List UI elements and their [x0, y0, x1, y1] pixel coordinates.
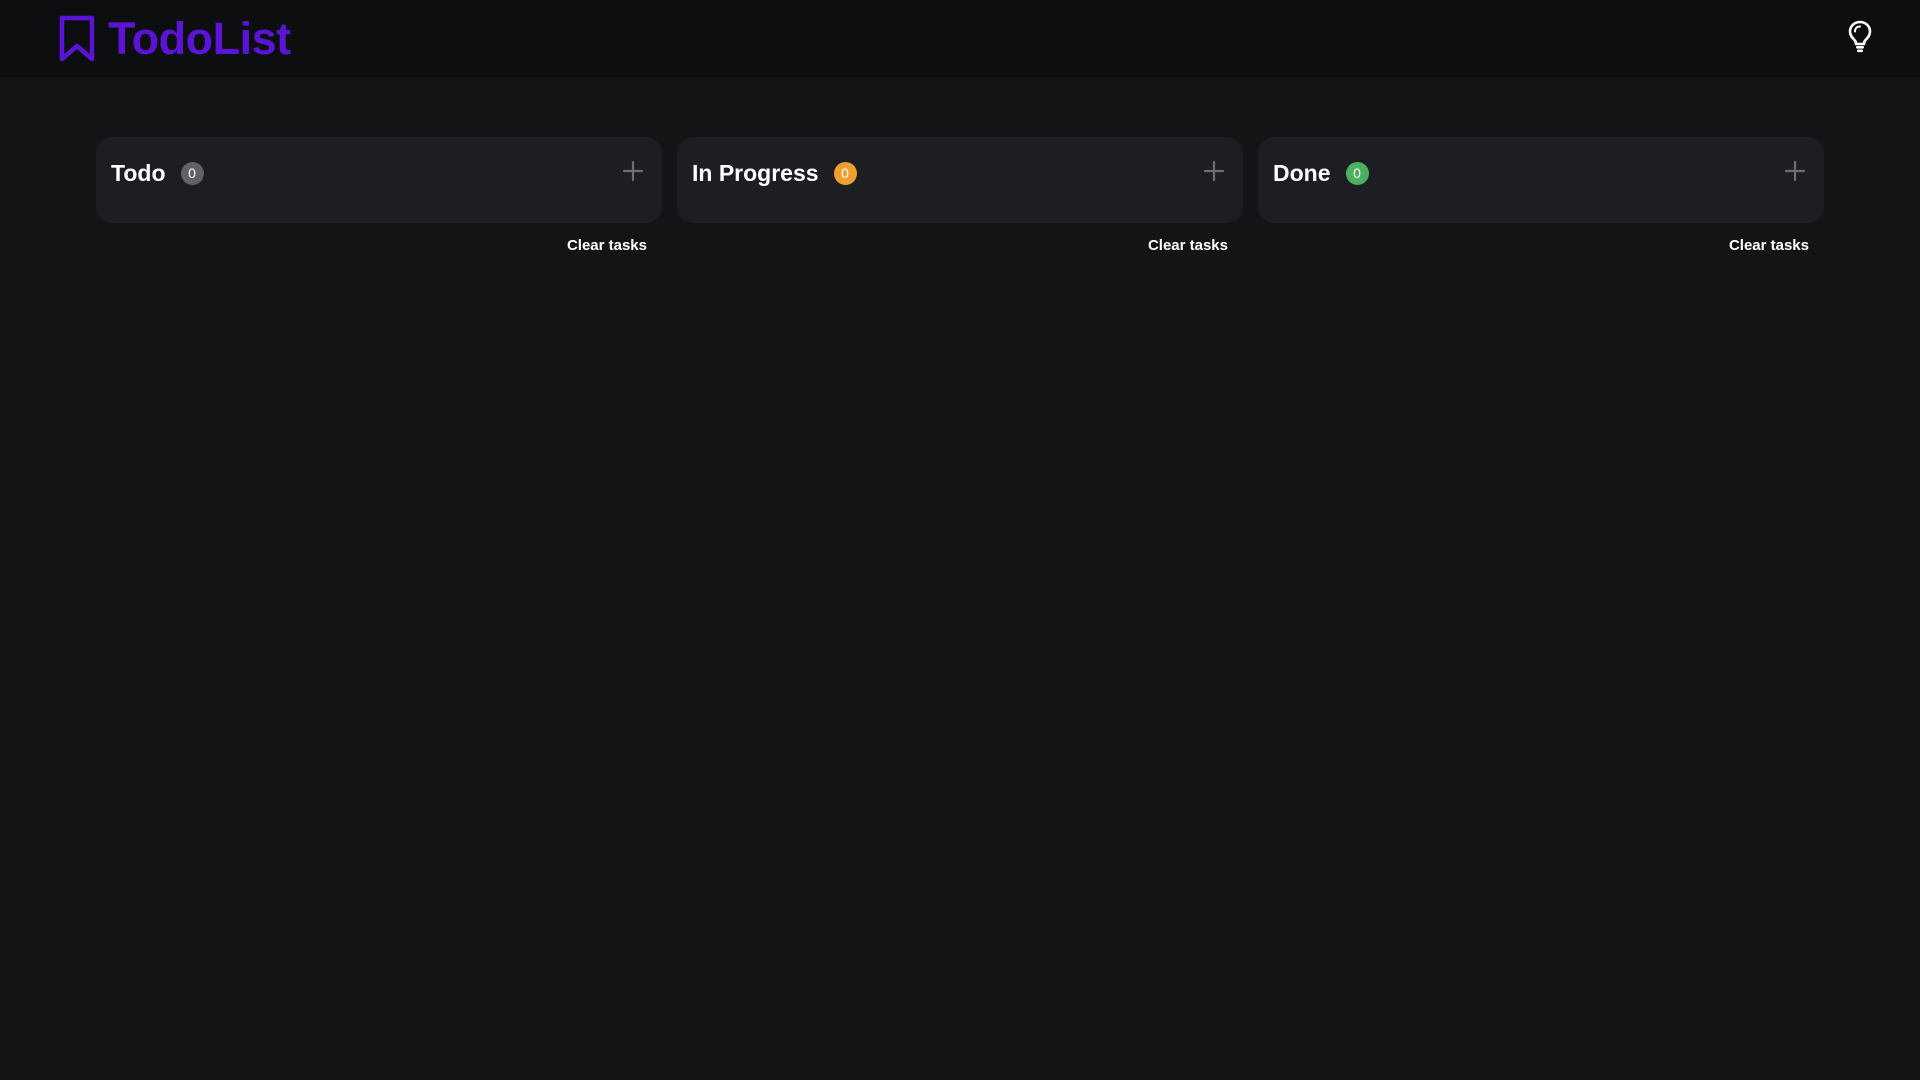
column-in-progress: In Progress 0 Clear tasks [677, 137, 1243, 254]
theme-toggle-button[interactable] [1840, 19, 1880, 59]
app-title: TodoList [108, 12, 291, 64]
column-todo: Todo 0 Clear tasks [96, 137, 662, 254]
column-card: Todo 0 [96, 137, 662, 223]
column-title: Done [1273, 160, 1331, 186]
lightbulb-icon [1846, 19, 1874, 58]
plus-icon [1203, 160, 1225, 187]
column-done: Done 0 Clear tasks [1258, 137, 1824, 254]
column-header: Done 0 [1273, 161, 1369, 185]
column-header: In Progress 0 [692, 161, 857, 185]
clear-tasks-button[interactable]: Clear tasks [1148, 237, 1228, 254]
bookmark-icon [58, 15, 96, 63]
count-badge: 0 [180, 161, 204, 185]
add-task-button[interactable] [619, 159, 647, 187]
add-task-button[interactable] [1200, 159, 1228, 187]
column-header: Todo 0 [111, 161, 204, 185]
clear-tasks-button[interactable]: Clear tasks [1729, 237, 1809, 254]
kanban-board: Todo 0 Clear tasks In Progress 0 Clear t… [96, 137, 1824, 254]
column-title: In Progress [692, 160, 819, 186]
clear-tasks-button[interactable]: Clear tasks [567, 237, 647, 254]
column-card: Done 0 [1258, 137, 1824, 223]
brand: TodoList [58, 13, 291, 65]
count-badge: 0 [1345, 161, 1369, 185]
app-header: TodoList [0, 0, 1920, 77]
plus-icon [1784, 160, 1806, 187]
column-card: In Progress 0 [677, 137, 1243, 223]
add-task-button[interactable] [1781, 159, 1809, 187]
count-badge: 0 [833, 161, 857, 185]
plus-icon [622, 160, 644, 187]
column-title: Todo [111, 160, 166, 186]
